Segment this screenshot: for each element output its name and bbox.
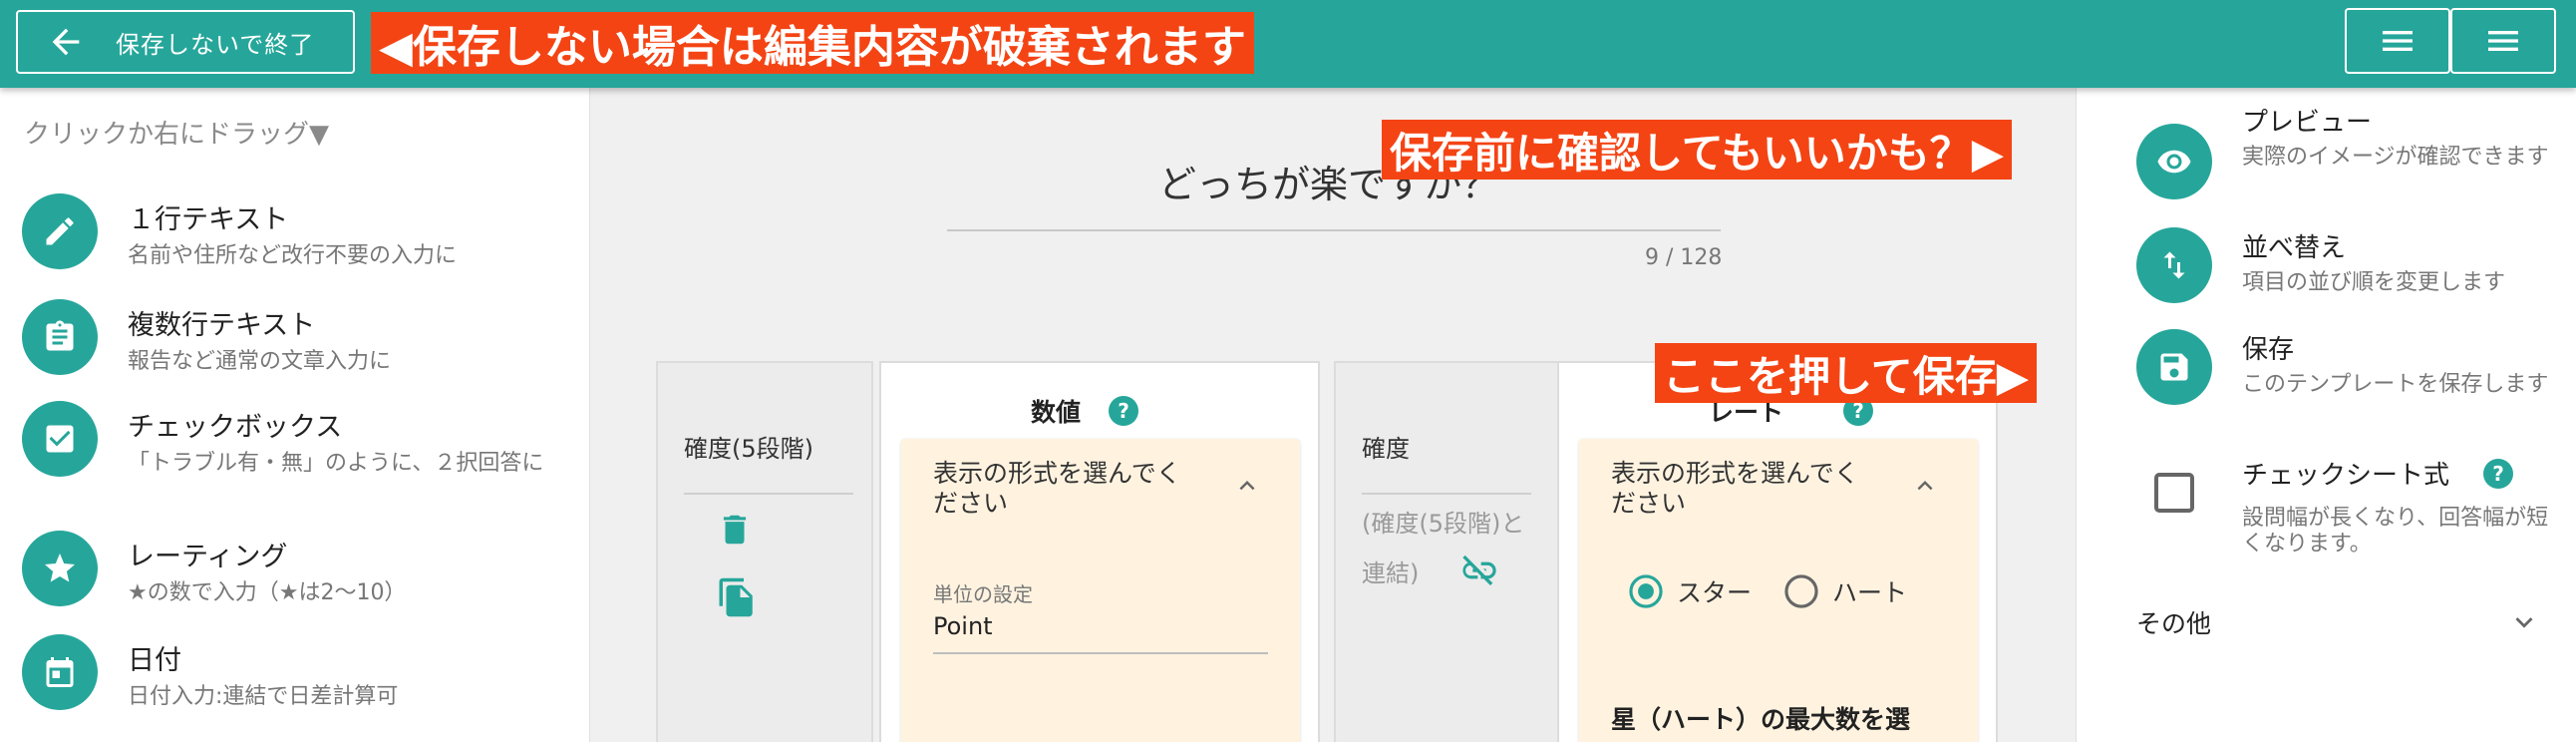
checksheet-mode-toggle[interactable]: チェックシート式 ? 設問幅が長くなり、回答幅が短くなります。 <box>2136 455 2561 557</box>
radio-unchecked-icon <box>1784 574 1818 608</box>
answer-type-title: 数値 <box>1031 398 1082 427</box>
question-cell-confidence-linked[interactable]: 確度 (確度(5段階)と連結) <box>1334 361 1559 742</box>
palette-hint: クリックか右にドラッグ▼ <box>24 120 329 150</box>
format-select-panel[interactable]: 表示の形式を選んでください 単位の設定 Point <box>901 439 1300 742</box>
max-count-label: 星（ハート）の最大数を選 <box>1611 705 1911 734</box>
label-underline <box>1362 493 1531 495</box>
palette-item-description: 「トラブル有・無」のように、２択回答に <box>128 451 544 476</box>
radio-option-heart[interactable]: ハート <box>1782 572 1907 610</box>
format-select-prompt: 表示の形式を選んでください <box>1611 459 1859 518</box>
other-expander[interactable]: その他 <box>2136 604 2541 640</box>
action-title: 並べ替え <box>2242 233 2347 263</box>
linked-note: (確度(5段階)と連結) <box>1362 510 1525 587</box>
palette-item-rating[interactable]: レーティング ★の数で入力（★は2〜10） <box>22 531 566 607</box>
palette-item-title: １行テキスト <box>128 204 289 235</box>
field-palette-sidebar: クリックか右にドラッグ▼ １行テキスト 名前や住所など改行不要の入力に 複数行テ… <box>0 88 590 742</box>
radio-option-star[interactable]: スター <box>1627 572 1752 610</box>
action-description: 項目の並び順を変更します <box>2242 270 2506 295</box>
radio-label: スター <box>1677 578 1753 607</box>
checkbox-unchecked-icon[interactable] <box>2136 455 2212 531</box>
character-count: 9 / 128 <box>1645 245 1723 270</box>
action-title: チェックシート式 <box>2242 461 2450 491</box>
hamburger-icon <box>2383 31 2413 51</box>
format-select-prompt: 表示の形式を選んでください <box>933 459 1181 518</box>
action-description: 設問幅が長くなり、回答幅が短くなります。 <box>2242 506 2549 556</box>
palette-item-description: 報告など通常の文章入力に <box>128 349 392 374</box>
label-underline <box>684 493 853 495</box>
exit-without-save-button[interactable]: 保存しないで終了 <box>16 10 355 74</box>
swap-vertical-icon <box>2136 227 2212 303</box>
star-icon <box>22 531 98 606</box>
answer-cell-rating: レート ? 表示の形式を選んでください スター ハート 星（ハート）の最大数を選 <box>1557 361 1998 742</box>
question-underline <box>947 229 1721 231</box>
palette-item-single-line-text[interactable]: １行テキスト 名前や住所など改行不要の入力に <box>22 193 566 270</box>
chevron-down-icon <box>2515 617 2533 628</box>
chevron-up-icon[interactable] <box>1910 471 1940 501</box>
palette-item-date[interactable]: 日付 日付入力:連結で日差計算可 <box>22 634 566 711</box>
palette-item-description: 日付入力:連結で日差計算可 <box>128 684 399 709</box>
preview-callout: 保存前に確認してもいいかも？▶ <box>1382 120 2013 180</box>
palette-item-title: 日付 <box>128 645 181 676</box>
save-action[interactable]: 保存 このテンプレートを保存します <box>2136 329 2561 405</box>
format-select-panel[interactable]: 表示の形式を選んでください スター ハート 星（ハート）の最大数を選 <box>1579 439 1978 742</box>
palette-item-description: ★の数で入力（★は2〜10） <box>128 580 407 605</box>
calendar-icon <box>22 634 98 710</box>
help-icon[interactable]: ? <box>2483 458 2514 489</box>
chevron-up-icon[interactable] <box>1232 471 1262 501</box>
action-description: 実際のイメージが確認できます <box>2242 145 2549 170</box>
arrow-left-icon <box>52 28 80 56</box>
preview-action[interactable]: プレビュー 実際のイメージが確認できます <box>2136 102 2561 199</box>
radio-checked-icon <box>1629 574 1663 608</box>
link-off-icon[interactable] <box>1459 551 1499 590</box>
menu-button-left[interactable] <box>2345 8 2450 74</box>
palette-item-description: 名前や住所など改行不要の入力に <box>128 243 458 268</box>
save-callout: ここを押して保存▶ <box>1655 343 2038 403</box>
palette-item-title: 複数行テキスト <box>128 310 316 341</box>
clipboard-icon <box>22 299 98 375</box>
pencil-icon <box>22 193 98 269</box>
palette-item-title: チェックボックス <box>128 412 343 443</box>
question-label: 確度(5段階) <box>684 435 813 463</box>
unit-setting-label: 単位の設定 <box>933 582 1033 606</box>
exit-callout: ◀保存しない場合は編集内容が破棄されます <box>371 12 1254 74</box>
checkbox-checked-icon <box>22 401 98 477</box>
other-label: その他 <box>2136 609 2212 638</box>
palette-item-title: レーティング <box>128 542 288 572</box>
action-description: このテンプレートを保存します <box>2242 372 2549 397</box>
action-title: 保存 <box>2242 335 2295 365</box>
eye-icon <box>2136 124 2212 199</box>
help-icon[interactable]: ? <box>1109 396 1139 426</box>
menu-button-right[interactable] <box>2450 8 2556 74</box>
palette-item-multi-line-text[interactable]: 複数行テキスト 報告など通常の文章入力に <box>22 299 566 376</box>
palette-item-checkbox[interactable]: チェックボックス 「トラブル有・無」のように、２択回答に <box>22 401 566 478</box>
trash-icon[interactable] <box>716 511 754 549</box>
action-title: プレビュー <box>2242 108 2373 138</box>
sort-action[interactable]: 並べ替え 項目の並び順を変更します <box>2136 227 2561 303</box>
save-icon <box>2136 329 2212 405</box>
question-cell-confidence[interactable]: 確度(5段階) <box>656 361 873 742</box>
unit-setting-input[interactable]: Point <box>933 612 993 640</box>
action-sidebar: プレビュー 実際のイメージが確認できます 並べ替え 項目の並び順を変更します 保… <box>2076 88 2576 742</box>
unit-input-underline <box>933 652 1268 654</box>
radio-label: ハート <box>1832 578 1908 607</box>
exit-without-save-label: 保存しないで終了 <box>116 30 315 59</box>
answer-cell-number: 数値 ? 表示の形式を選んでください 単位の設定 Point <box>879 361 1320 742</box>
question-label: 確度 <box>1362 435 1410 463</box>
hamburger-icon <box>2488 31 2518 51</box>
copy-icon[interactable] <box>716 576 758 618</box>
template-editor: どっちが楽ですか？ 9 / 128 確度(5段階) 数値 ? 表示の形式を選んで… <box>590 88 2076 742</box>
